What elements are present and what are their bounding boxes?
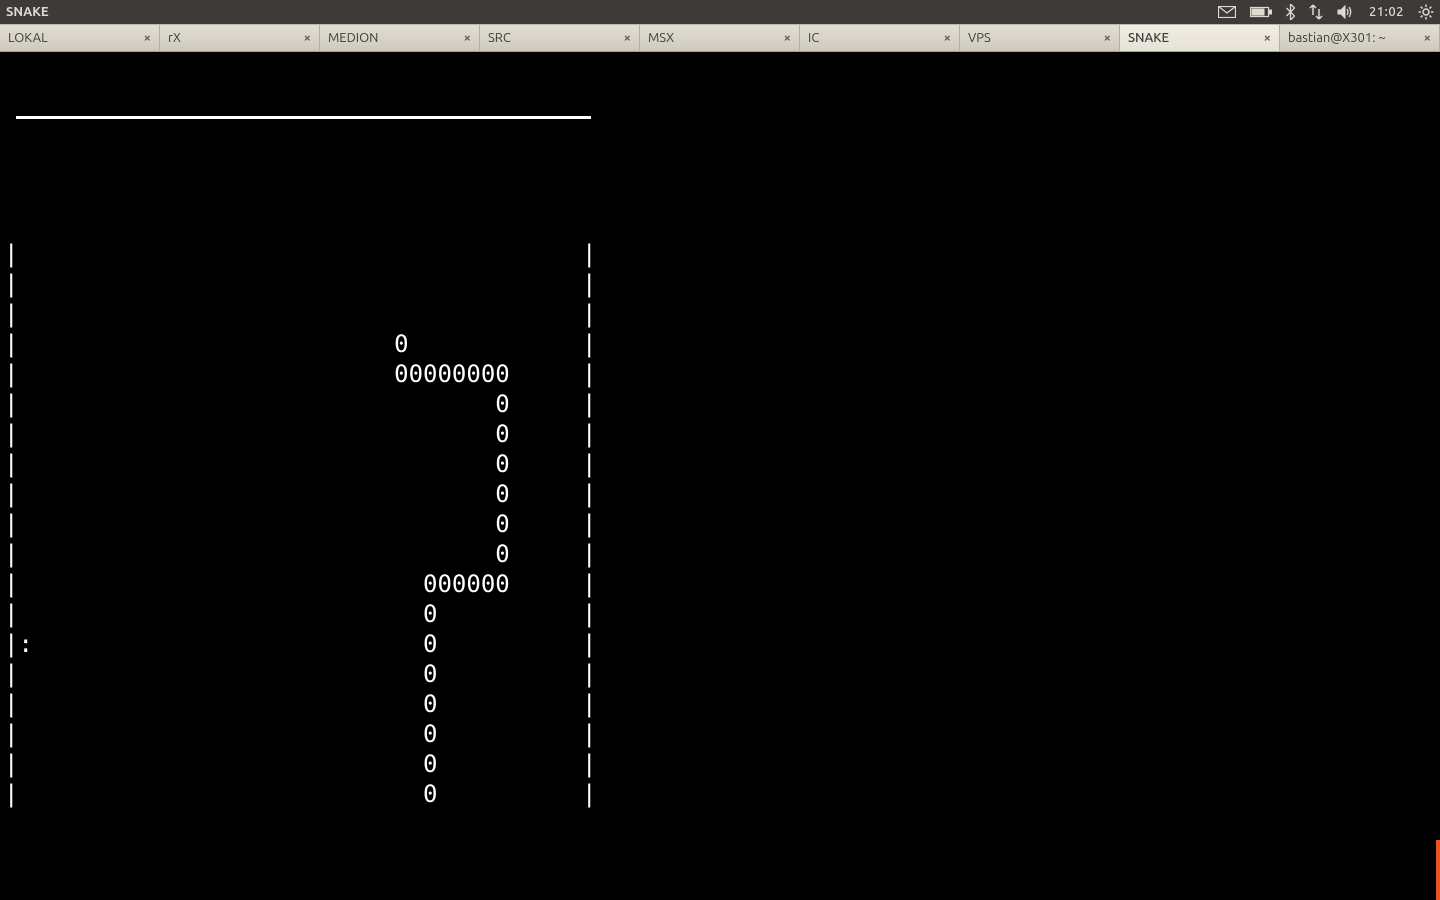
tab-label: bastian@X301: ~: [1288, 31, 1386, 45]
window-title: SNAKE: [6, 5, 49, 19]
tab-vps[interactable]: VPS ×: [960, 25, 1120, 51]
tab-lokal[interactable]: LOKAL ×: [0, 25, 160, 51]
close-icon[interactable]: ×: [1424, 32, 1431, 45]
close-icon[interactable]: ×: [304, 32, 311, 45]
gear-icon[interactable]: [1418, 4, 1434, 20]
game-top-border: [16, 116, 591, 119]
tab-rx[interactable]: rX ×: [160, 25, 320, 51]
tab-snake[interactable]: SNAKE ×: [1120, 25, 1280, 51]
terminal-viewport[interactable]: | | | | | | | 0 | | 00000: [0, 52, 1440, 900]
close-icon[interactable]: ×: [144, 32, 151, 45]
close-icon[interactable]: ×: [1104, 32, 1111, 45]
close-icon[interactable]: ×: [624, 32, 631, 45]
system-indicators: 21:02: [1218, 4, 1434, 20]
close-icon[interactable]: ×: [784, 32, 791, 45]
tab-medion[interactable]: MEDION ×: [320, 25, 480, 51]
tab-bastian-x301-[interactable]: bastian@X301: ~ ×: [1280, 25, 1440, 51]
tab-label: LOKAL: [8, 31, 48, 45]
tab-src[interactable]: SRC ×: [480, 25, 640, 51]
clock[interactable]: 21:02: [1369, 5, 1404, 19]
system-menubar: SNAKE 21:02: [0, 0, 1440, 24]
tab-msx[interactable]: MSX ×: [640, 25, 800, 51]
tab-ic[interactable]: IC ×: [800, 25, 960, 51]
tab-label: SNAKE: [1128, 31, 1169, 45]
close-icon[interactable]: ×: [1264, 32, 1271, 45]
game-rows: | | | | | | | 0 | | 00000: [4, 239, 1436, 809]
tab-label: MSX: [648, 31, 674, 45]
launcher-edge: [1436, 840, 1440, 900]
close-icon[interactable]: ×: [464, 32, 471, 45]
mail-icon[interactable]: [1218, 6, 1236, 18]
tab-label: rX: [168, 31, 181, 45]
tab-label: VPS: [968, 31, 991, 45]
terminal-tabbar: LOKAL×rX×MEDION×SRC×MSX×IC×VPS×SNAKE×bas…: [0, 24, 1440, 52]
battery-icon[interactable]: [1250, 6, 1272, 18]
game-board: | | | | | | | 0 | | 00000: [4, 179, 1436, 869]
tab-label: IC: [808, 31, 819, 45]
tab-label: SRC: [488, 31, 511, 45]
bluetooth-icon[interactable]: [1286, 4, 1295, 20]
tab-label: MEDION: [328, 31, 378, 45]
close-icon[interactable]: ×: [944, 32, 951, 45]
network-icon[interactable]: [1309, 4, 1323, 20]
sound-icon[interactable]: [1337, 4, 1355, 20]
